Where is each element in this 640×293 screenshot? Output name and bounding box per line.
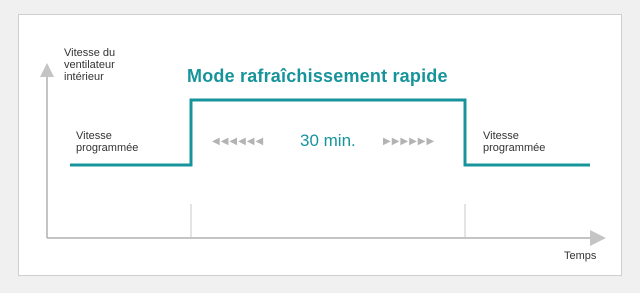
x-axis-arrow-icon — [590, 230, 606, 246]
x-axis-label: Temps — [564, 250, 597, 262]
right-arrows-icon: ▶▶▶▶▶▶ — [383, 136, 436, 147]
mode-title: Mode rafraîchissement rapide — [187, 66, 448, 86]
y-axis-label: Vitesse du ventilateur intérieur — [64, 47, 116, 83]
left-arrows-icon: ◀◀◀◀◀◀ — [212, 136, 265, 147]
y-axis-arrow-icon — [40, 63, 54, 77]
duration-label: 30 min. — [300, 131, 356, 150]
right-speed-label: Vitesse programmée — [483, 130, 546, 154]
left-speed-label: Vitesse programmée — [76, 130, 139, 154]
